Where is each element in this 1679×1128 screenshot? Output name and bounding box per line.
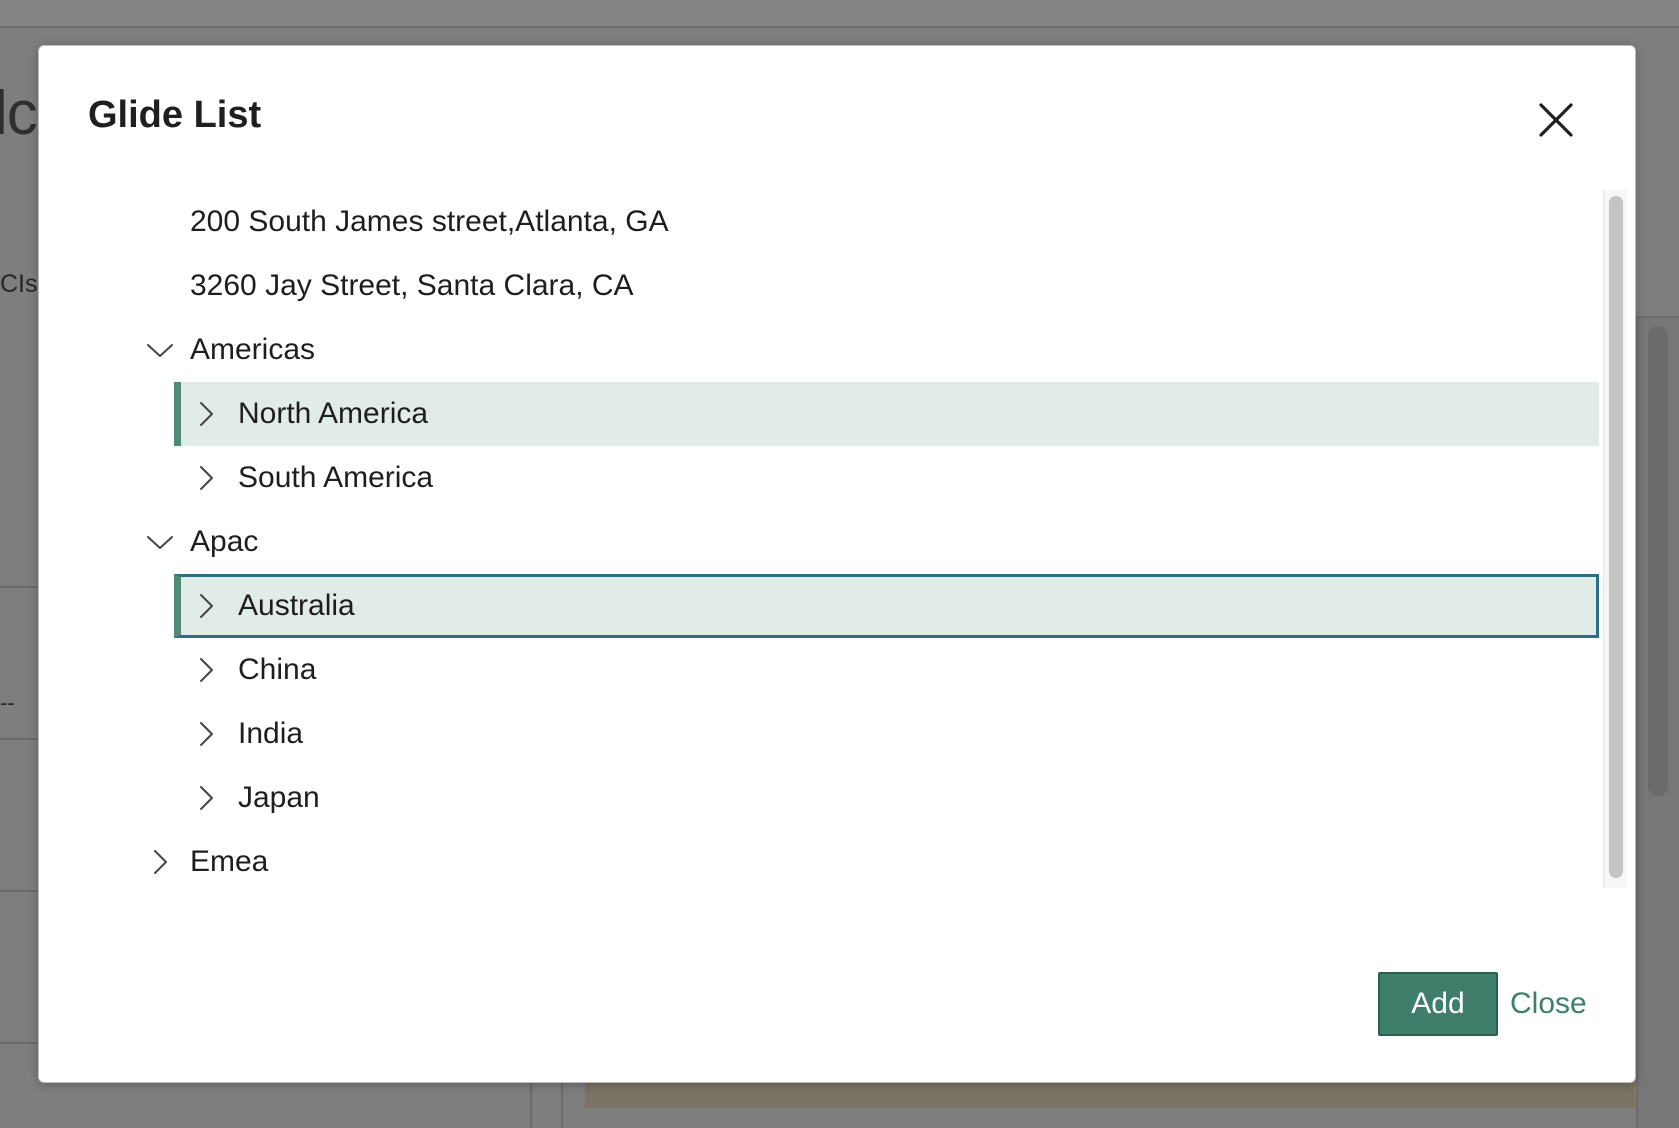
chevron-down-icon[interactable] (145, 527, 175, 557)
tree-node-japan[interactable]: Japan (174, 766, 1599, 830)
tree-node-australia[interactable]: Australia (174, 574, 1599, 638)
tree-node-3260-jay-street-santa-clara-ca[interactable]: 3260 Jay Street, Santa Clara, CA (90, 254, 1599, 318)
background-dash: -- (0, 690, 15, 715)
tree-node-200-south-james-street-atlanta-ga[interactable]: 200 South James street,Atlanta, GA (90, 190, 1599, 254)
tree-node-label: Apac (190, 525, 259, 558)
tree-node-label: China (238, 653, 317, 686)
background-divider (0, 738, 40, 740)
background-heading: lc (0, 79, 38, 148)
background-divider (0, 1042, 40, 1044)
chevron-right-icon[interactable] (191, 463, 221, 493)
tree-node-label: Americas (190, 333, 316, 366)
chevron-right-icon[interactable] (145, 847, 175, 877)
tree-node-south-america[interactable]: South America (174, 446, 1599, 510)
tree-node-label: India (238, 717, 304, 750)
background-divider (0, 890, 40, 892)
chevron-right-icon[interactable] (191, 655, 221, 685)
tree-node-apac[interactable]: Apac (90, 510, 1599, 574)
vertical-scrollbar[interactable] (1603, 190, 1627, 888)
tree-node-emea[interactable]: Emea (90, 830, 1599, 890)
tree-node-label: 3260 Jay Street, Santa Clara, CA (190, 269, 634, 302)
chevron-down-icon[interactable] (145, 335, 175, 365)
tree-node-label: 200 South James street,Atlanta, GA (190, 205, 669, 238)
glide-list-tree: 200 South James street,Atlanta, GA 3260 J… (90, 190, 1627, 890)
tree-node-india[interactable]: India (174, 702, 1599, 766)
close-button[interactable]: Close (1510, 972, 1587, 1036)
chevron-right-icon[interactable] (191, 783, 221, 813)
add-button[interactable]: Add (1378, 972, 1498, 1036)
tree-node-label: Emea (190, 845, 269, 878)
chevron-right-icon[interactable] (191, 591, 221, 621)
background-footer-strip (585, 1082, 1635, 1108)
background-divider (0, 586, 40, 588)
background-side-panel (1636, 318, 1679, 1128)
glide-list-dialog: Glide List 200 South James street,Atlant… (38, 45, 1636, 1083)
tree-node-north-america[interactable]: North America (174, 382, 1599, 446)
background-column-line (561, 1080, 563, 1128)
tree-node-label: Australia (238, 589, 355, 622)
background-top-bar (0, 0, 1679, 28)
tree-node-china[interactable]: China (174, 638, 1599, 702)
tree-node-label: Japan (238, 781, 320, 814)
background-column-line (530, 1080, 532, 1128)
dialog-title: Glide List (88, 94, 262, 136)
tree-node-americas[interactable]: Americas (90, 318, 1599, 382)
chevron-right-icon[interactable] (191, 719, 221, 749)
tree-node-label: South America (238, 461, 434, 494)
chevron-right-icon[interactable] (191, 399, 221, 429)
scrollbar-thumb[interactable] (1609, 196, 1623, 878)
tree-node-label: North America (238, 397, 429, 430)
close-x-icon[interactable] (1534, 98, 1578, 142)
background-label: CIs (0, 270, 38, 298)
